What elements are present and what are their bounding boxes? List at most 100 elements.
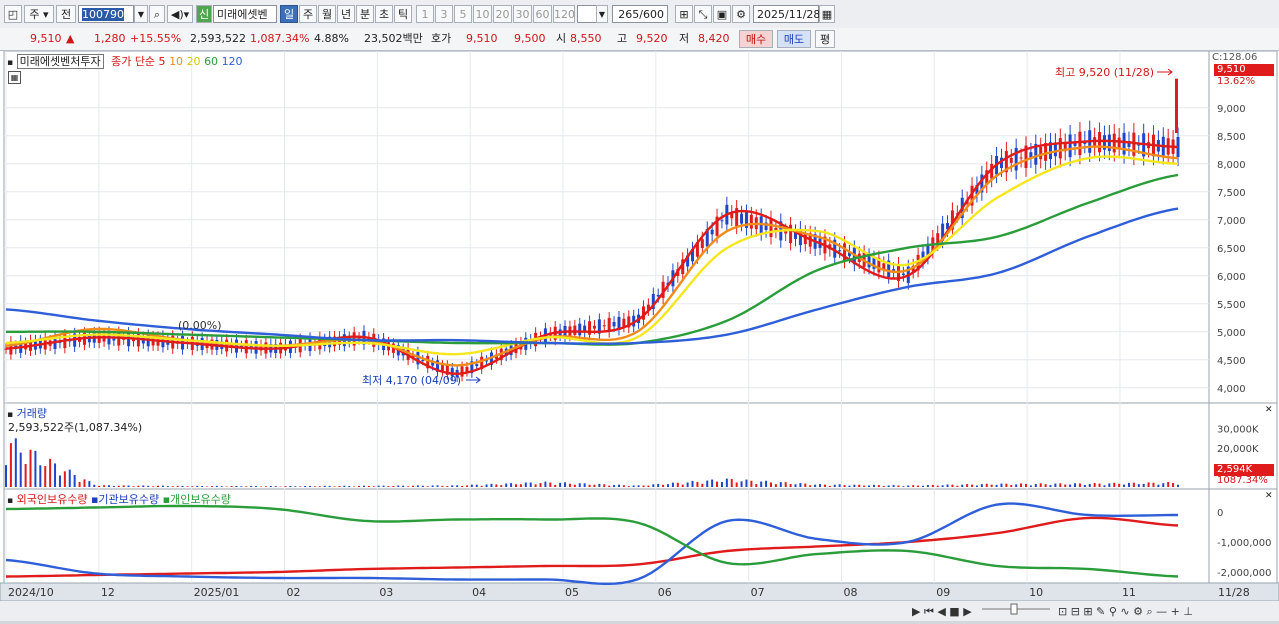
volume-bar [878,485,880,487]
chart-area[interactable]: 9,0008,5008,0007,5007,0006,5006,0005,500… [0,51,1279,621]
tick-3[interactable]: 3 [435,5,453,23]
period-day[interactable]: 일 [280,5,298,23]
tick-30[interactable]: 30 [513,5,532,23]
volume-bar [790,484,792,487]
volume-bar [83,479,85,487]
price-panel-title: ▪ 미래에셋벤처투자 종가 단순 5 10 20 60 120 [7,53,243,69]
code-input[interactable]: 100790 [78,5,134,23]
volume-bar [897,485,899,487]
price-tick-label: 6,000 [1217,272,1246,283]
volume-bar [167,486,169,487]
tick-dropdown-icon[interactable]: ▼ [596,5,608,23]
tick-10[interactable]: 10 [473,5,492,23]
volume-bar [93,485,95,487]
tick-20[interactable]: 20 [493,5,512,23]
mode-select[interactable]: 주 ▾ [24,5,54,23]
eval-button[interactable]: 평 [815,30,835,48]
quote-change-pct: +15.55% [130,31,181,47]
volume-bar [996,485,998,487]
volume-bar [186,486,188,487]
volume-bar [456,485,458,487]
volume-bar [231,486,233,487]
volume-ratio-badge: 1087.34% [1217,475,1268,486]
period-year[interactable]: 년 [337,5,355,23]
volume-bar [628,486,630,487]
volume-bar [775,484,777,487]
volume-bar [1177,485,1179,487]
sell-button[interactable]: 매도 [777,30,811,48]
quote-amount: 23,502백만 [364,31,423,47]
count-input[interactable]: 265/600 [612,5,668,23]
volume-bar [672,483,674,487]
period-month[interactable]: 월 [318,5,336,23]
volume-bar [265,486,267,487]
volume-bar [804,484,806,487]
candle-body [838,250,841,251]
ma60-label: 60 [204,55,218,68]
volume-bar [1094,483,1096,487]
volume-bar [971,485,973,487]
volume-bar [809,485,811,487]
volume-bar [392,486,394,487]
x-tick-label: 09 [936,586,950,599]
volume-bar [696,482,698,487]
period-week[interactable]: 주 [299,5,317,23]
volume-bar [1079,483,1081,487]
calendar-icon[interactable]: ▦ [819,5,835,23]
date-input[interactable]: 2025/11/28 [753,5,819,23]
layout-icon[interactable]: ◰ [4,5,22,23]
volume-bar [285,486,287,487]
holdings-close-icon[interactable]: ✕ [1265,491,1273,501]
speaker-icon[interactable]: ◀)▾ [167,5,193,23]
period-minute-label: 분 [360,8,370,21]
volume-bar [216,486,218,487]
period-second[interactable]: 초 [375,5,393,23]
retail-label: 개인보유수량 [170,493,231,506]
volume-bar [505,484,507,487]
prev-button[interactable]: 전 [56,5,76,23]
period-minute[interactable]: 분 [356,5,374,23]
stock-name-label[interactable]: 미래에셋벤처투자 [17,54,104,69]
volume-close-icon[interactable]: ✕ [1265,405,1273,415]
volume-bar [633,486,635,487]
search-icon[interactable]: ⌕ [149,5,165,23]
volume-bar [956,486,958,487]
quote-change: 1,280 [94,31,126,47]
draw-icon[interactable]: ⤡ [694,5,712,23]
buy-button[interactable]: 매수 [739,30,773,48]
volume-bar [642,486,644,487]
volume-bar [1059,483,1061,487]
volume-bar [373,486,375,487]
volume-bar [1167,482,1169,487]
grid-toggle-icon[interactable]: ▦ [8,71,21,84]
volume-bar [554,485,556,487]
candle-body [1059,138,1062,158]
period-tick-label: 틱 [398,8,408,21]
volume-bar [1138,484,1140,487]
tick-1[interactable]: 1 [416,5,434,23]
tick-5[interactable]: 5 [454,5,472,23]
volume-bar [510,483,512,487]
x-tick-label: 05 [565,586,579,599]
tick-120[interactable]: 120 [553,5,575,23]
volume-bar [844,485,846,487]
volume-bar [1020,483,1022,487]
period-tick[interactable]: 틱 [394,5,412,23]
stock-name-field[interactable]: 미래에셋벤 [213,5,277,23]
zoom-icon[interactable]: ⊞ [675,5,693,23]
price-tick-label: 5,500 [1217,300,1246,311]
gear-icon[interactable]: ⚙ [732,5,750,23]
volume-bar [951,485,953,487]
volume-bar [701,484,703,487]
volume-bar [182,486,184,487]
candle-body [622,319,625,327]
volume-bar [1128,483,1130,487]
tick-60[interactable]: 60 [533,5,552,23]
volume-bar [113,486,115,487]
volume-bar [5,465,7,487]
code-dropdown-icon[interactable]: ▼ [134,5,148,23]
volume-bar [152,486,154,487]
prev-label: 전 [61,8,71,21]
volume-bar [780,482,782,487]
save-icon[interactable]: ▣ [713,5,731,23]
